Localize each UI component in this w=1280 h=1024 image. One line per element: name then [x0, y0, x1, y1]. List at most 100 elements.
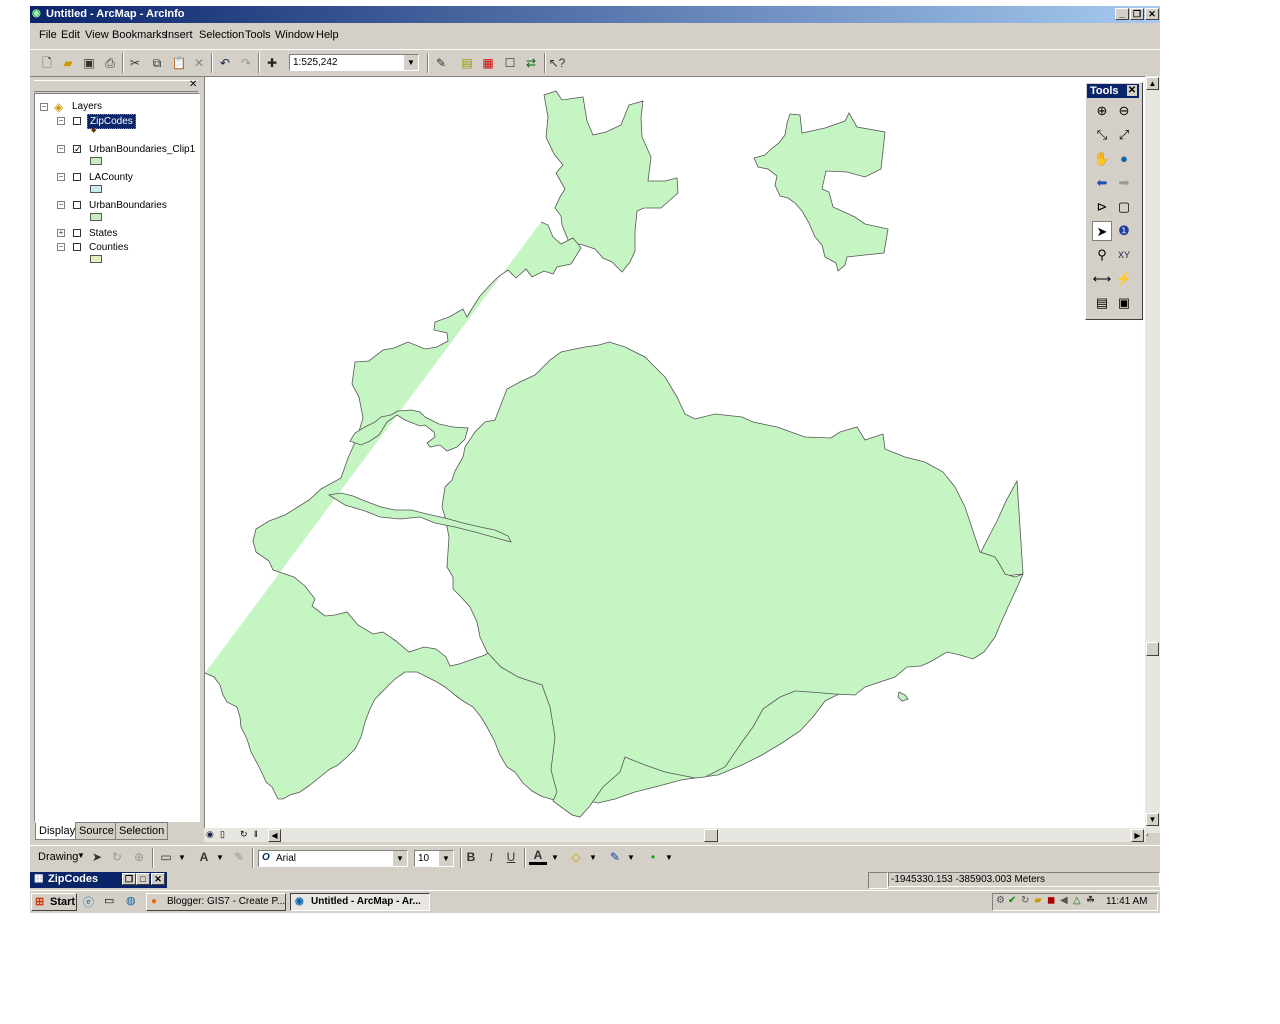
layer-checkbox-states[interactable] [73, 229, 81, 237]
rotate-icon[interactable]: ↻ [108, 848, 126, 866]
pan-hand-icon[interactable]: ✋ [1092, 149, 1112, 169]
font-size-combo[interactable]: 10 ▼ [414, 850, 454, 867]
zoom-whole-page-icon[interactable]: ⊕ [130, 848, 148, 866]
editor-toolbar-icon[interactable]: ✎ [432, 54, 450, 72]
new-document-icon[interactable]: 🗋 [38, 54, 56, 72]
menu-window[interactable]: Window [275, 29, 314, 41]
layer-checkbox-counties[interactable] [73, 243, 81, 251]
layer-name-urbanboundaries[interactable]: UrbanBoundaries [89, 200, 167, 211]
whats-this-help-icon[interactable]: ↖? [548, 54, 566, 72]
back-arrow-icon[interactable]: ⬅ [1092, 173, 1112, 193]
vertical-scroll-thumb[interactable] [1146, 642, 1159, 656]
redo-icon[interactable]: ↷ [237, 54, 255, 72]
tab-selection[interactable]: Selection [115, 822, 169, 840]
symbol-swatch[interactable] [90, 157, 102, 165]
collapse-icon[interactable]: − [57, 117, 65, 125]
zoom-out-icon[interactable]: ⊖ [1114, 101, 1134, 121]
collapse-icon[interactable]: − [57, 243, 65, 251]
arccatalog-icon[interactable]: ▤ [458, 54, 476, 72]
arctoolbox-icon[interactable]: ▦ [479, 54, 497, 72]
identify-icon[interactable]: ❶ [1114, 221, 1134, 241]
command-line-icon[interactable]: ☐ [501, 54, 519, 72]
data-frame-label[interactable]: Layers [72, 101, 102, 112]
menu-file[interactable]: File [39, 29, 57, 41]
close-icon[interactable]: ✕ [151, 873, 165, 885]
rectangle-icon[interactable]: ▭ [157, 848, 175, 866]
tray-warning-icon[interactable]: △ [1073, 895, 1081, 906]
urban-boundary-polygon[interactable] [753, 112, 889, 272]
fixed-zoom-out-icon[interactable]: ⤢ [1114, 125, 1134, 145]
collapse-icon[interactable]: − [57, 145, 65, 153]
menu-edit[interactable]: Edit [61, 29, 80, 41]
collapse-icon[interactable]: − [57, 201, 65, 209]
line-color-icon[interactable]: ✎ [606, 848, 624, 866]
menu-bookmarks[interactable]: Bookmarks [112, 29, 167, 41]
layout-view-icon[interactable]: ▯ [220, 829, 225, 840]
select-features-icon[interactable]: ⊳ [1092, 197, 1112, 217]
chevron-down-icon[interactable]: ▼ [216, 853, 224, 862]
scale-combo[interactable]: 1:525,242 ▼ [289, 54, 419, 71]
refresh-icon[interactable]: ↻ [240, 829, 248, 840]
layer-name-lacounty[interactable]: LACounty [89, 172, 133, 183]
map-view[interactable] [204, 76, 1148, 836]
menu-insert[interactable]: Insert [165, 29, 193, 41]
menu-view[interactable]: View [85, 29, 109, 41]
new-text-icon[interactable]: A [195, 848, 213, 866]
find-binoculars-icon[interactable]: ⚲ [1092, 245, 1112, 265]
full-extent-globe-icon[interactable]: ● [1114, 149, 1134, 169]
map-canvas[interactable] [204, 77, 1147, 835]
chevron-down-icon[interactable]: ▼ [178, 853, 186, 862]
chevron-down-icon[interactable]: ▼ [627, 853, 635, 862]
quick-launch-browser-icon[interactable]: ◍ [126, 894, 136, 907]
bold-icon[interactable]: B [462, 848, 480, 866]
scroll-left-icon[interactable]: ◀ [268, 829, 281, 842]
chevron-down-icon[interactable]: ▼ [589, 853, 597, 862]
taskbar-item-blogger[interactable]: ● Blogger: GIS7 - Create P... [146, 893, 286, 911]
select-elements-icon[interactable]: ➤ [1092, 221, 1112, 241]
open-icon[interactable]: ▰ [59, 54, 77, 72]
expand-icon[interactable]: + [57, 229, 65, 237]
data-view-icon[interactable]: ◉ [206, 829, 214, 840]
copy-icon[interactable]: ⧉ [148, 54, 166, 72]
measure-icon[interactable]: ⟷ [1092, 269, 1112, 289]
font-color-icon[interactable]: A [529, 848, 547, 865]
tools-toolbar-title[interactable]: Tools ✕ [1087, 84, 1139, 98]
menu-tools[interactable]: Tools [245, 29, 271, 41]
layer-name-urbanboundaries-clip1[interactable]: UrbanBoundaries_Clip1 [89, 144, 195, 155]
tray-update-icon[interactable]: ✔ [1008, 895, 1016, 906]
hyperlink-icon[interactable]: ⚡ [1114, 269, 1134, 289]
toc-close-icon[interactable]: ✕ [189, 79, 197, 90]
edit-vertices-icon[interactable]: ✎ [230, 848, 248, 866]
chevron-down-icon[interactable]: ▼ [665, 853, 673, 862]
tray-app-icon[interactable]: ☘ [1086, 895, 1095, 906]
tab-display[interactable]: Display [35, 822, 80, 840]
tray-volume-icon[interactable]: ◀ [1060, 895, 1068, 906]
tray-sync-icon[interactable]: ↻ [1021, 895, 1029, 906]
maximize-icon[interactable]: □ [136, 873, 150, 885]
italic-icon[interactable]: I [482, 848, 500, 866]
taskbar-item-arcmap[interactable]: ◉ Untitled - ArcMap - Ar... [290, 893, 430, 911]
fixed-zoom-in-icon[interactable]: ⤡ [1092, 125, 1112, 145]
chevron-down-icon[interactable]: ▼ [551, 853, 559, 862]
drawing-menu[interactable]: Drawing [38, 851, 78, 863]
minimize-button[interactable]: _ [1115, 8, 1129, 20]
html-popup-icon[interactable]: ▤ [1092, 293, 1112, 313]
font-combo[interactable]: O Arial ▼ [258, 850, 408, 867]
paste-icon[interactable]: 📋 [170, 54, 188, 72]
print-icon[interactable]: ⎙ [101, 54, 119, 72]
close-icon[interactable]: ✕ [1127, 85, 1137, 96]
start-button[interactable]: ⊞ Start [31, 893, 77, 911]
tray-folder-icon[interactable]: ▰ [1034, 895, 1042, 906]
symbol-swatch[interactable] [90, 213, 102, 221]
forward-arrow-icon[interactable]: ➡ [1114, 173, 1134, 193]
vertical-scrollbar[interactable]: ▲ ▼ [1145, 76, 1160, 833]
collapse-icon[interactable]: − [40, 103, 48, 111]
minimized-table-window[interactable]: ▦ ZipCodes ❐ □ ✕ [30, 872, 167, 888]
save-icon[interactable]: ▣ [80, 54, 98, 72]
close-button[interactable]: ✕ [1145, 8, 1159, 20]
menu-selection[interactable]: Selection [199, 29, 244, 41]
underline-icon[interactable]: U [502, 848, 520, 866]
urban-boundary-polygon[interactable] [897, 691, 909, 702]
fill-color-icon[interactable]: ◇ [567, 848, 585, 866]
layer-name-states[interactable]: States [89, 228, 117, 239]
